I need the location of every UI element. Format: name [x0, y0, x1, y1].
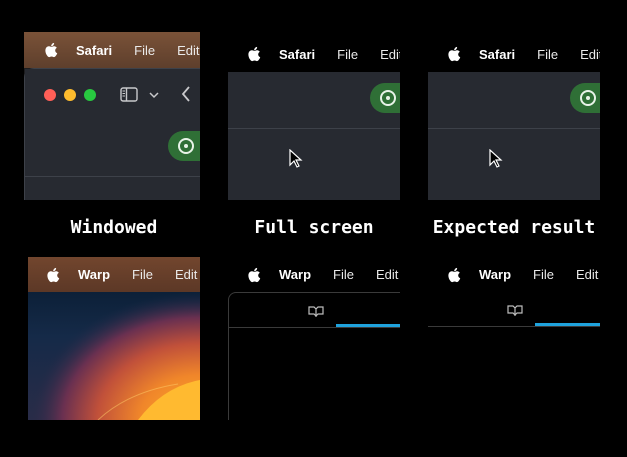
- app-menu-warp[interactable]: Warp: [279, 267, 311, 282]
- tab-bar: [428, 292, 600, 326]
- tab-book-icon[interactable]: [308, 305, 324, 317]
- caption-windowed: Windowed: [70, 217, 158, 238]
- menu-bar: Warp File Edit: [428, 257, 600, 292]
- caption-expected-result: Expected result: [432, 217, 596, 238]
- menu-edit[interactable]: Edit: [177, 43, 199, 58]
- apple-logo-icon[interactable]: [447, 267, 461, 283]
- minimize-button[interactable]: [64, 89, 76, 101]
- menu-bar: Warp File Edit: [28, 257, 200, 292]
- warp-expected-panel: Warp File Edit: [428, 257, 600, 420]
- safari-window: [24, 68, 200, 200]
- toolbar-divider: [25, 176, 200, 177]
- desktop-wallpaper: [28, 292, 200, 420]
- toolbar-divider: [428, 128, 600, 129]
- warp-fullscreen-panel: Warp File Edit: [228, 257, 400, 420]
- privacy-pill[interactable]: [370, 83, 400, 113]
- apple-logo-icon[interactable]: [44, 42, 58, 58]
- privacy-pill[interactable]: [570, 83, 600, 113]
- menu-edit[interactable]: Edit: [175, 267, 197, 282]
- safari-expected-panel: Safari File Edit: [428, 36, 600, 200]
- apple-logo-icon[interactable]: [247, 267, 261, 283]
- menu-bar: Warp File Edit: [228, 257, 400, 292]
- apple-logo-icon[interactable]: [46, 267, 60, 283]
- menu-file[interactable]: File: [337, 47, 358, 62]
- tab-book-icon[interactable]: [507, 304, 523, 316]
- menu-file[interactable]: File: [333, 267, 354, 282]
- safari-windowed-panel: Safari File Edit: [24, 32, 200, 200]
- menu-file[interactable]: File: [134, 43, 155, 58]
- menu-edit[interactable]: Edit: [576, 267, 598, 282]
- warp-window: [428, 292, 600, 420]
- warp-window: [228, 292, 400, 420]
- mouse-pointer-icon: [289, 149, 303, 168]
- app-menu-warp[interactable]: Warp: [78, 267, 110, 282]
- menu-edit[interactable]: Edit: [580, 47, 600, 62]
- app-menu-safari[interactable]: Safari: [479, 47, 515, 62]
- app-menu-warp[interactable]: Warp: [479, 267, 511, 282]
- caption-full-screen: Full screen: [254, 217, 374, 238]
- safari-window: [428, 72, 600, 200]
- window-toolbar: [25, 69, 200, 119]
- tab-bar: [229, 293, 400, 327]
- privacy-pill[interactable]: [168, 131, 200, 161]
- menu-bar: Safari File Edit: [24, 32, 200, 68]
- apple-logo-icon[interactable]: [447, 46, 461, 62]
- mouse-pointer-icon: [489, 149, 503, 168]
- chevron-down-icon[interactable]: [149, 91, 159, 99]
- toolbar-divider: [228, 128, 400, 129]
- app-menu-safari[interactable]: Safari: [279, 47, 315, 62]
- safari-window: [228, 72, 400, 200]
- menu-file[interactable]: File: [132, 267, 153, 282]
- menu-edit[interactable]: Edit: [380, 47, 400, 62]
- tab-divider: [428, 326, 600, 327]
- chevron-left-icon[interactable]: [181, 86, 191, 102]
- app-menu-safari[interactable]: Safari: [76, 43, 112, 58]
- apple-logo-icon[interactable]: [247, 46, 261, 62]
- menu-file[interactable]: File: [537, 47, 558, 62]
- tab-divider: [229, 327, 400, 328]
- zoom-button[interactable]: [84, 89, 96, 101]
- menu-file[interactable]: File: [533, 267, 554, 282]
- sidebar-toggle-icon[interactable]: [120, 87, 138, 102]
- safari-fullscreen-panel: Safari File Edit: [228, 36, 400, 200]
- close-button[interactable]: [44, 89, 56, 101]
- menu-bar: Safari File Edit: [228, 36, 400, 72]
- warp-windowed-panel: Warp File Edit: [28, 257, 200, 420]
- menu-bar: Safari File Edit: [428, 36, 600, 72]
- menu-edit[interactable]: Edit: [376, 267, 398, 282]
